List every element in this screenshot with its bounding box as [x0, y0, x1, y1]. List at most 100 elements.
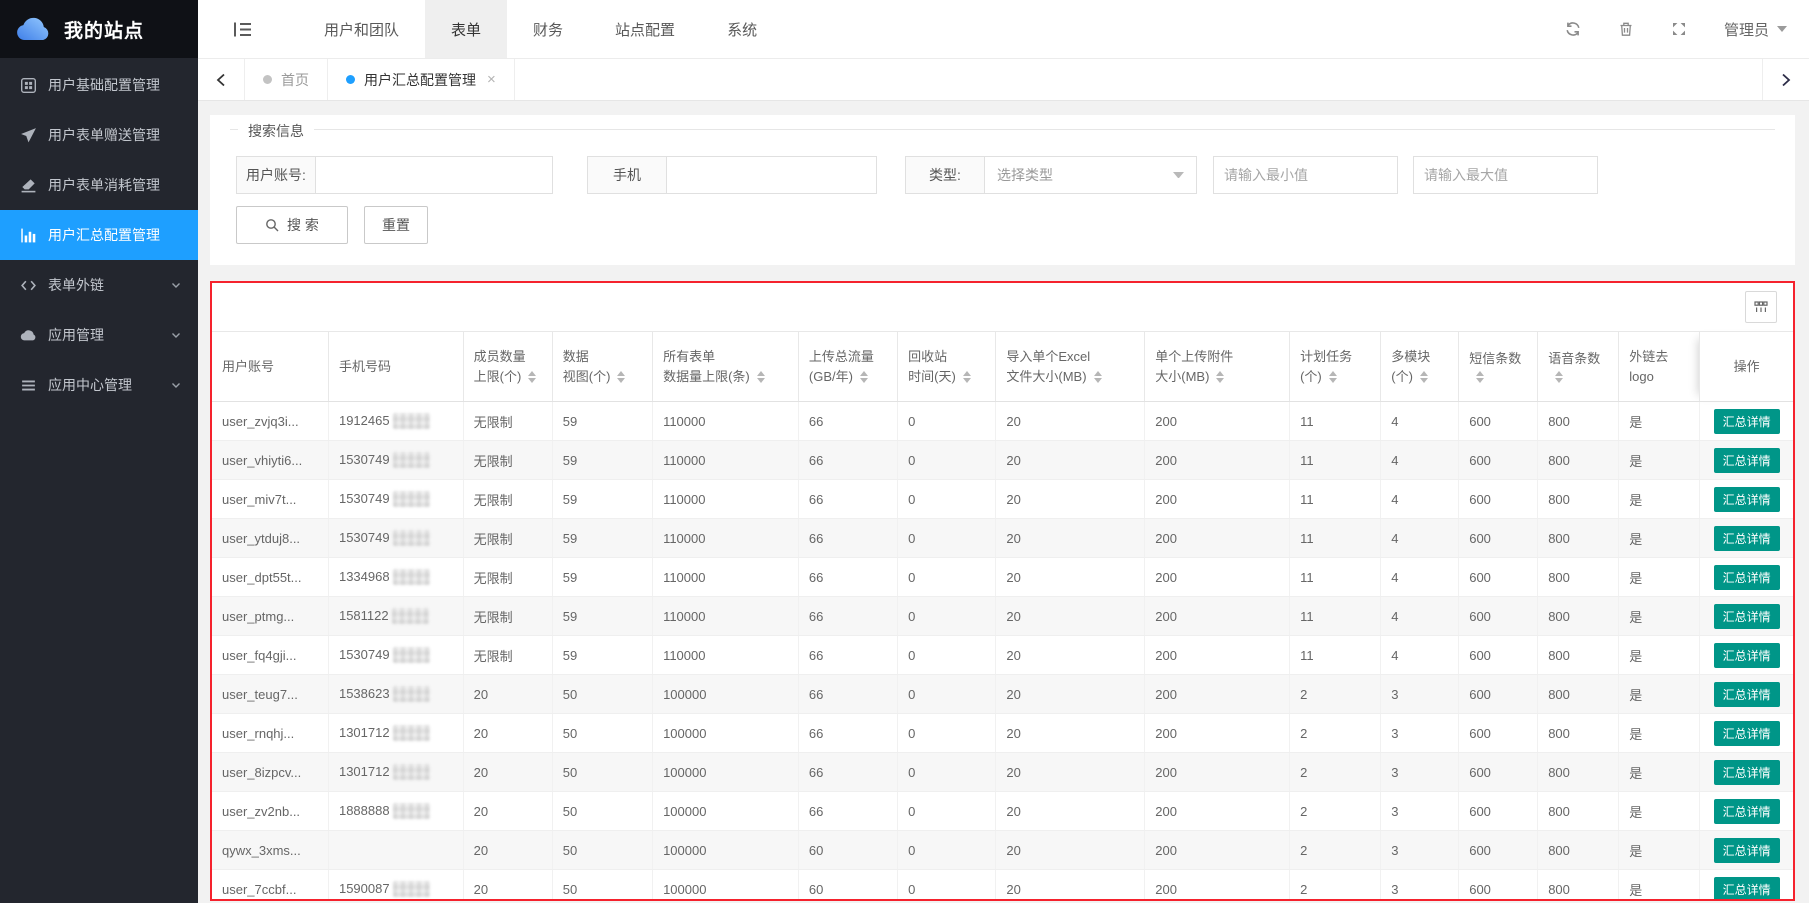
column-header[interactable]: 数据视图(个) — [552, 332, 652, 402]
sort-icon[interactable] — [1329, 371, 1337, 383]
column-header[interactable]: 语音条数 — [1538, 332, 1619, 402]
table-cell: 20 — [996, 558, 1145, 597]
max-value-input[interactable] — [1413, 156, 1598, 194]
topnav-item[interactable]: 站点配置 — [589, 0, 701, 58]
search-button[interactable]: 搜 索 — [236, 206, 348, 244]
column-header[interactable]: 导入单个Excel文件大小(MB) — [996, 332, 1145, 402]
table-row: user_ptmg...1581122无限制591100006602020011… — [212, 597, 1793, 636]
summary-detail-button[interactable]: 汇总详情 — [1714, 682, 1780, 707]
column-header[interactable]: 成员数量上限(个) — [463, 332, 552, 402]
sidebar-item[interactable]: 用户表单消耗管理 — [0, 160, 198, 210]
table-cell: 800 — [1538, 558, 1619, 597]
refresh-icon[interactable] — [1565, 21, 1581, 37]
sort-icon[interactable] — [1216, 371, 1224, 383]
table-cell: 66 — [798, 675, 897, 714]
column-header[interactable]: 短信条数 — [1459, 332, 1538, 402]
summary-detail-button[interactable]: 汇总详情 — [1714, 448, 1780, 473]
table-cell: 200 — [1145, 675, 1290, 714]
cell-actions: 汇总详情 — [1700, 714, 1793, 753]
table-cell: 600 — [1459, 480, 1538, 519]
sidebar-item[interactable]: 用户表单赠送管理 — [0, 110, 198, 160]
sort-icon[interactable] — [1476, 371, 1484, 383]
trash-icon[interactable] — [1618, 21, 1634, 37]
chevron-left-icon[interactable] — [198, 59, 245, 100]
code-icon — [20, 277, 37, 294]
topnav-item[interactable]: 财务 — [507, 0, 589, 58]
sidebar-item-label: 用户表单消耗管理 — [48, 175, 160, 195]
summary-detail-button[interactable]: 汇总详情 — [1714, 526, 1780, 551]
type-select[interactable]: 选择类型 — [985, 156, 1197, 194]
summary-detail-button[interactable]: 汇总详情 — [1714, 409, 1780, 434]
table-cell: 是 — [1619, 558, 1700, 597]
column-header[interactable]: 上传总流量(GB/年) — [798, 332, 897, 402]
table-cell: 是 — [1619, 441, 1700, 480]
sidebar-item[interactable]: 应用中心管理 — [0, 360, 198, 410]
table-cell: 200 — [1145, 441, 1290, 480]
sort-icon[interactable] — [1555, 371, 1563, 383]
sort-icon[interactable] — [963, 371, 971, 383]
table-cell: 20 — [463, 753, 552, 792]
summary-detail-button[interactable]: 汇总详情 — [1714, 799, 1780, 824]
column-header[interactable]: 多模块(个) — [1381, 332, 1459, 402]
sidebar-item[interactable]: 表单外链 — [0, 260, 198, 310]
page-tab[interactable]: 用户汇总配置管理× — [328, 59, 515, 100]
topnav-item[interactable]: 系统 — [701, 0, 783, 58]
redacted-blur — [393, 569, 430, 585]
topnav-item[interactable]: 用户和团队 — [298, 0, 425, 58]
summary-detail-button[interactable]: 汇总详情 — [1714, 877, 1780, 902]
table-cell: 200 — [1145, 753, 1290, 792]
sort-icon[interactable] — [860, 371, 868, 383]
table-cell: 20 — [996, 597, 1145, 636]
fullscreen-icon[interactable] — [1671, 21, 1687, 37]
phone-digits: 1912465 — [339, 413, 390, 428]
chevron-right-icon[interactable] — [1762, 59, 1809, 100]
table-cell: 600 — [1459, 675, 1538, 714]
collapse-menu-icon[interactable] — [233, 21, 252, 38]
topnav-item[interactable]: 表单 — [425, 0, 507, 58]
chevron-down-icon — [170, 279, 182, 291]
table-cell: 3 — [1381, 714, 1459, 753]
sort-icon[interactable] — [528, 371, 536, 383]
table-cell: 600 — [1459, 636, 1538, 675]
sidebar-item[interactable]: 用户汇总配置管理 — [0, 210, 198, 260]
sort-icon[interactable] — [1094, 371, 1102, 383]
column-title: 语音条数 — [1548, 351, 1618, 366]
summary-detail-button[interactable]: 汇总详情 — [1714, 487, 1780, 512]
summary-detail-button[interactable]: 汇总详情 — [1714, 760, 1780, 785]
sidebar-item[interactable]: 应用管理 — [0, 310, 198, 360]
table-cell: 100000 — [653, 870, 799, 902]
phone-digits: 1530749 — [339, 452, 390, 467]
close-icon[interactable]: × — [487, 71, 496, 88]
table-cell: 50 — [552, 714, 652, 753]
table-cell: 4 — [1381, 597, 1459, 636]
phone-input[interactable] — [667, 156, 877, 194]
table-cell: 是 — [1619, 753, 1700, 792]
column-header[interactable]: 单个上传附件大小(MB) — [1145, 332, 1290, 402]
summary-detail-button[interactable]: 汇总详情 — [1714, 838, 1780, 863]
reset-button[interactable]: 重置 — [364, 206, 428, 244]
summary-detail-button[interactable]: 汇总详情 — [1714, 565, 1780, 590]
sort-icon[interactable] — [617, 371, 625, 383]
user-menu[interactable]: 管理员 — [1724, 19, 1787, 40]
min-value-input[interactable] — [1213, 156, 1398, 194]
column-subtitle: (个) — [1391, 369, 1458, 384]
table-cell: 是 — [1619, 675, 1700, 714]
summary-detail-button[interactable]: 汇总详情 — [1714, 643, 1780, 668]
search-legend: 搜索信息 — [238, 121, 314, 141]
page-tab[interactable]: 首页 — [245, 59, 328, 100]
summary-detail-button[interactable]: 汇总详情 — [1714, 604, 1780, 629]
table-cell: 200 — [1145, 519, 1290, 558]
sidebar-item[interactable]: 用户基础配置管理 — [0, 60, 198, 110]
table-cell: 无限制 — [463, 597, 552, 636]
table-cell: 800 — [1538, 792, 1619, 831]
table-cell: 2 — [1290, 831, 1381, 870]
sort-icon[interactable] — [757, 371, 765, 383]
sort-icon[interactable] — [1420, 371, 1428, 383]
column-header[interactable]: 所有表单数据量上限(条) — [653, 332, 799, 402]
summary-detail-button[interactable]: 汇总详情 — [1714, 721, 1780, 746]
column-header[interactable]: 回收站时间(天) — [898, 332, 996, 402]
table-cell: 20 — [996, 480, 1145, 519]
account-input[interactable] — [316, 156, 553, 194]
column-header[interactable]: 计划任务(个) — [1290, 332, 1381, 402]
column-settings-button[interactable] — [1745, 291, 1777, 323]
